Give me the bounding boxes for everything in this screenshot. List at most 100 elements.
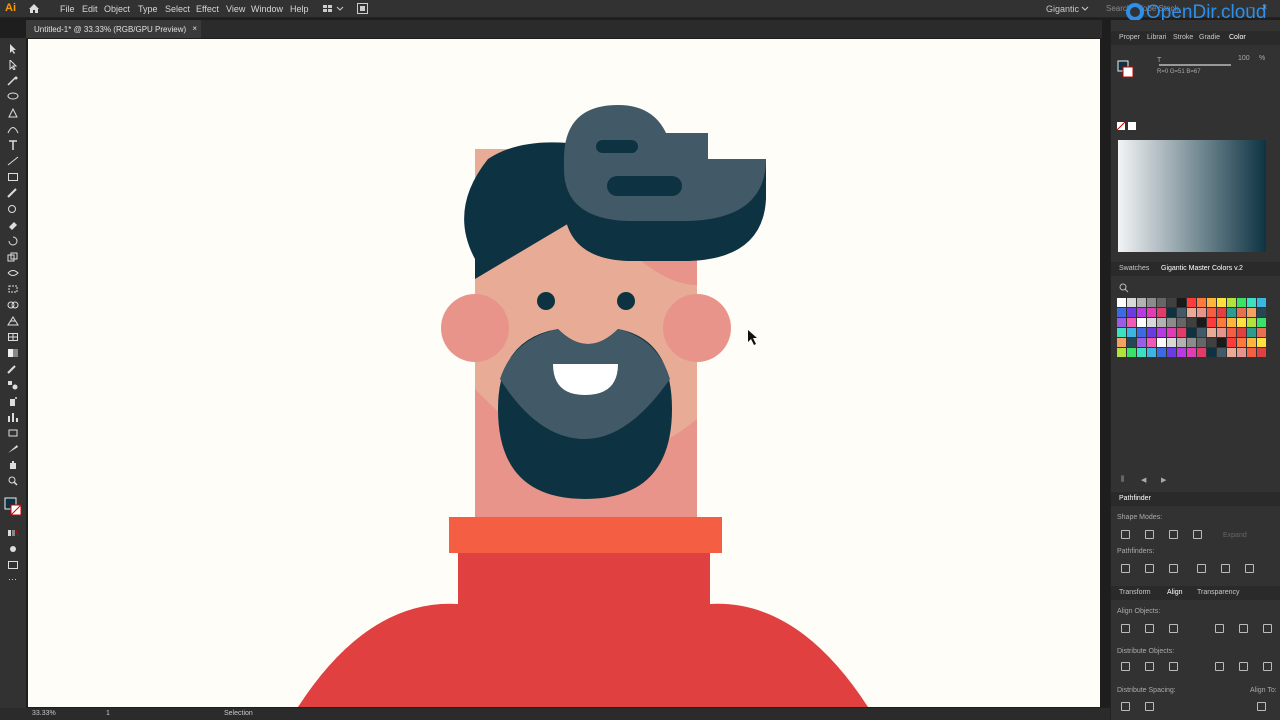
swatch[interactable] (1257, 298, 1266, 307)
scale-tool-icon[interactable] (7, 252, 19, 262)
tab-gigantic-colors[interactable]: Gigantic Master Colors v.2 (1161, 265, 1243, 272)
swatch[interactable] (1147, 348, 1156, 357)
swatch[interactable] (1197, 338, 1206, 347)
swatch[interactable] (1167, 338, 1176, 347)
swatch[interactable] (1187, 338, 1196, 347)
rectangle-tool-icon[interactable] (7, 172, 19, 182)
swatch[interactable] (1247, 308, 1256, 317)
home-icon[interactable] (28, 3, 40, 14)
vertical-spacing-button[interactable] (1121, 702, 1130, 711)
align-right-button[interactable] (1169, 624, 1178, 633)
swatch[interactable] (1227, 298, 1236, 307)
shaper-tool-icon[interactable] (7, 204, 19, 214)
swatch[interactable] (1167, 318, 1176, 327)
artboard-number[interactable]: 1 (106, 710, 110, 717)
swatch[interactable] (1117, 298, 1126, 307)
selection-tool-icon[interactable] (7, 44, 19, 54)
distribute-left-button[interactable] (1215, 662, 1224, 671)
gpu-performance-icon[interactable] (357, 3, 368, 14)
intersect-button[interactable] (1169, 530, 1178, 539)
draw-mode-icon[interactable] (7, 544, 19, 554)
swatch[interactable] (1187, 298, 1196, 307)
swatch[interactable] (1257, 328, 1266, 337)
artboard-tool-icon[interactable] (7, 428, 19, 438)
swatch[interactable] (1147, 338, 1156, 347)
swatch[interactable] (1207, 328, 1216, 337)
swatch[interactable] (1217, 298, 1226, 307)
swatch[interactable] (1127, 348, 1136, 357)
shape-builder-tool-icon[interactable] (7, 300, 19, 310)
swatch[interactable] (1177, 298, 1186, 307)
rotate-tool-icon[interactable] (7, 236, 19, 246)
tab-swatches[interactable]: Swatches (1119, 265, 1149, 272)
swatch[interactable] (1137, 348, 1146, 357)
swatch[interactable] (1207, 348, 1216, 357)
swatch[interactable] (1217, 308, 1226, 317)
menu-window[interactable]: Window (251, 4, 283, 14)
swatch[interactable] (1157, 348, 1166, 357)
unite-button[interactable] (1121, 530, 1130, 539)
pen-tool-icon[interactable] (7, 108, 19, 118)
align-top-button[interactable] (1215, 624, 1224, 633)
eraser-tool-icon[interactable] (7, 220, 19, 230)
swatch[interactable] (1177, 338, 1186, 347)
swatch[interactable] (1167, 328, 1176, 337)
align-center-h-button[interactable] (1145, 624, 1154, 633)
swatch[interactable] (1167, 348, 1176, 357)
direct-selection-tool-icon[interactable] (7, 60, 19, 70)
artboard-canvas[interactable] (28, 39, 1100, 707)
swatch[interactable] (1187, 328, 1196, 337)
swatch[interactable] (1257, 318, 1266, 327)
document-tab[interactable]: Untitled-1* @ 33.33% (RGB/GPU Preview) × (26, 20, 201, 38)
swatch[interactable] (1137, 298, 1146, 307)
align-center-v-button[interactable] (1239, 624, 1248, 633)
swatch[interactable] (1247, 318, 1256, 327)
swatch[interactable] (1137, 308, 1146, 317)
swatch[interactable] (1177, 318, 1186, 327)
swatch[interactable] (1207, 318, 1216, 327)
swatch[interactable] (1207, 308, 1216, 317)
symbol-sprayer-tool-icon[interactable] (7, 396, 19, 406)
swatch[interactable] (1237, 348, 1246, 357)
merge-button[interactable] (1169, 564, 1178, 573)
swatch[interactable] (1147, 318, 1156, 327)
tab-libraries[interactable]: Librari (1147, 34, 1166, 41)
swatch[interactable] (1117, 328, 1126, 337)
slice-tool-icon[interactable] (7, 444, 19, 454)
type-tool-icon[interactable] (7, 140, 19, 150)
free-transform-tool-icon[interactable] (7, 284, 19, 294)
chevron-down-icon[interactable] (1081, 6, 1089, 12)
menu-type[interactable]: Type (138, 4, 158, 14)
swatch[interactable] (1197, 348, 1206, 357)
swatch[interactable] (1217, 318, 1226, 327)
swatch[interactable] (1247, 328, 1256, 337)
swatch[interactable] (1177, 328, 1186, 337)
tab-pathfinder[interactable]: Pathfinder (1119, 495, 1151, 502)
none-white-swatches[interactable] (1117, 122, 1141, 132)
swatch[interactable] (1207, 338, 1216, 347)
color-spectrum[interactable] (1118, 140, 1266, 252)
menu-select[interactable]: Select (165, 4, 190, 14)
swatch[interactable] (1157, 328, 1166, 337)
swatch[interactable] (1127, 338, 1136, 347)
swatch[interactable] (1197, 328, 1206, 337)
swatch[interactable] (1217, 348, 1226, 357)
screen-mode-icon[interactable] (7, 560, 19, 570)
swatch[interactable] (1197, 298, 1206, 307)
swatch[interactable] (1117, 308, 1126, 317)
swatch[interactable] (1167, 308, 1176, 317)
swatch[interactable] (1237, 308, 1246, 317)
perspective-grid-tool-icon[interactable] (7, 316, 19, 326)
tab-transform[interactable]: Transform (1119, 589, 1151, 596)
minus-back-button[interactable] (1245, 564, 1254, 573)
swatch[interactable] (1137, 338, 1146, 347)
zoom-level[interactable]: 33.33% (32, 710, 56, 717)
tab-color[interactable]: Color (1229, 34, 1246, 41)
swatch[interactable] (1217, 328, 1226, 337)
exclude-button[interactable] (1193, 530, 1202, 539)
crop-button[interactable] (1197, 564, 1206, 573)
swatch[interactable] (1147, 298, 1156, 307)
tab-align[interactable]: Align (1167, 589, 1183, 596)
close-window-button[interactable]: × (1262, 2, 1267, 12)
align-left-button[interactable] (1121, 624, 1130, 633)
